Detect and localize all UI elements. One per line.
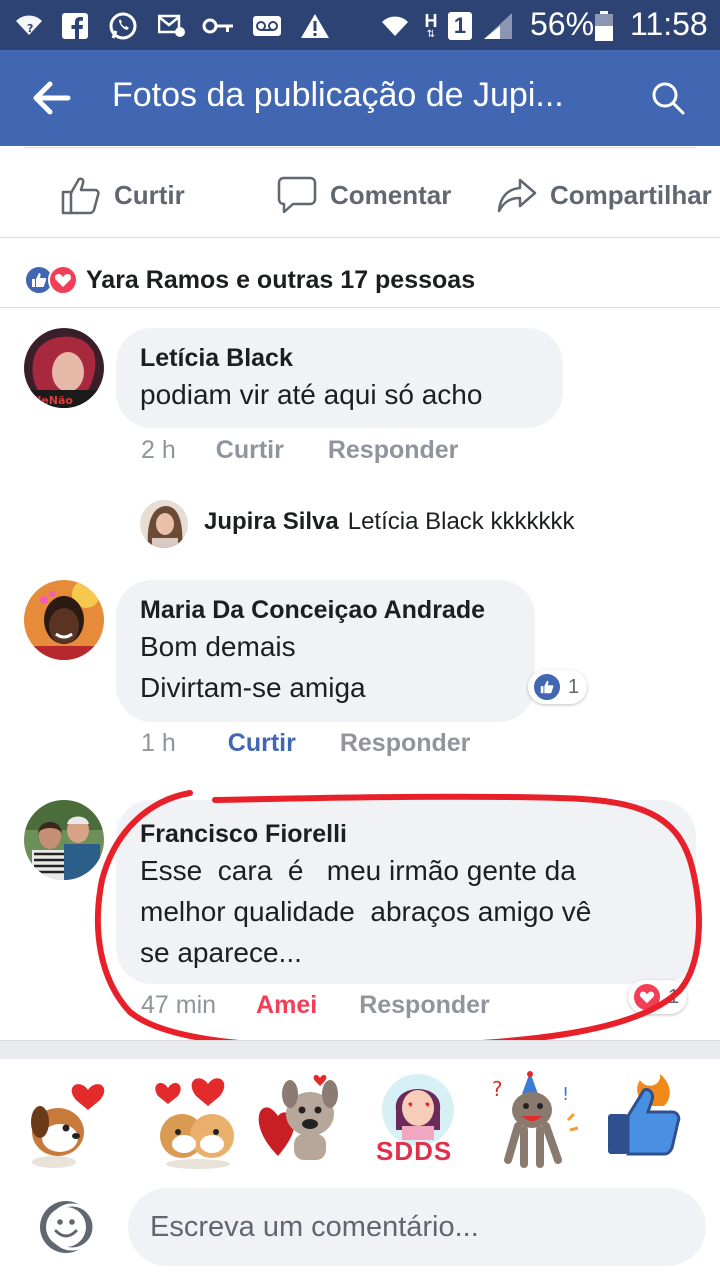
comment-bubble[interactable]: Francisco Fiorelli Esse cara é meu irmão… — [116, 800, 696, 984]
signal-icon — [482, 12, 514, 40]
like-reaction-icon — [532, 672, 562, 702]
clock: 11:58 — [630, 6, 708, 42]
comment-bubble[interactable]: Maria Da Conceiçao Andrade Bom demais Di… — [116, 580, 535, 722]
page-title: Fotos da publicação de Jupi... — [112, 76, 564, 114]
reply-text: Letícia Black kkkkkkk — [347, 508, 575, 535]
wifi-question-icon: ? — [14, 12, 44, 40]
mail-icon — [158, 12, 186, 40]
comment-like-button[interactable]: Curtir — [216, 436, 284, 465]
svg-text:!: ! — [562, 1084, 569, 1105]
comment-text-line: se aparece... — [140, 937, 302, 968]
comment-author[interactable]: Maria Da Conceiçao Andrade — [140, 594, 511, 626]
comment-input[interactable]: Escreva um comentário... — [128, 1188, 706, 1266]
network-type-indicator: H ⇅ — [424, 11, 438, 40]
love-reaction-icon — [632, 982, 662, 1012]
avatar[interactable] — [24, 580, 104, 660]
emoji-sticker-icon[interactable] — [38, 1197, 98, 1257]
battery-icon — [594, 11, 614, 41]
comment-reaction-count[interactable]: 1 — [628, 980, 688, 1014]
reaction-count-value: 1 — [668, 985, 680, 1008]
sticker-girl-sdds[interactable]: SDDS — [370, 1070, 466, 1170]
share-button-label: Compartilhar — [550, 179, 712, 210]
comment-input-placeholder: Escreva um comentário... — [150, 1210, 479, 1243]
status-bar: ? H ⇅ 1 56% 11:58 — [0, 0, 720, 50]
sticker-bulldog-heart[interactable] — [254, 1070, 350, 1170]
like-button-label: Curtir — [114, 179, 185, 210]
comment-button[interactable]: Comentar — [276, 170, 451, 220]
share-arrow-icon — [497, 178, 537, 213]
comment-text-line: Divirtam-se amiga — [140, 672, 366, 703]
reactions-summary-label: Yara Ramos e outras 17 pessoas — [86, 265, 476, 294]
comment-reply-button[interactable]: Responder — [359, 991, 490, 1020]
comment-reply-button[interactable]: Responder — [340, 729, 471, 758]
comment-author[interactable]: Francisco Fiorelli — [140, 818, 672, 850]
divider — [0, 237, 720, 238]
svg-text:EleNão: EleNão — [30, 394, 73, 407]
search-icon[interactable] — [650, 80, 690, 120]
battery-percent: 56% — [530, 6, 595, 42]
love-reaction-icon — [48, 265, 78, 295]
arrow-left-icon[interactable] — [32, 78, 80, 118]
comment-bubble[interactable]: Letícia Black podiam vir até aqui só ach… — [116, 328, 563, 428]
sim-indicator: 1 — [448, 12, 472, 40]
thumbs-up-icon — [61, 177, 100, 215]
comment-text: podiam vir até aqui só acho — [140, 379, 483, 410]
whatsapp-icon — [108, 12, 138, 40]
sticker-party-dog[interactable]: ?! — [488, 1070, 584, 1170]
sticker-dog-heart[interactable] — [18, 1070, 114, 1170]
comment-reaction-count[interactable]: 1 — [528, 670, 588, 704]
comment-text-line: melhor qualidade abraços amigo vê — [140, 896, 592, 927]
reply-content: Jupira Silva Letícia Black kkkkkkk — [204, 508, 574, 536]
comment-time: 2 h — [141, 436, 176, 464]
comment-button-label: Comentar — [330, 179, 452, 210]
share-button[interactable]: Compartilhar — [496, 170, 712, 220]
reaction-count-value: 1 — [568, 675, 580, 698]
comment-text-line: Esse cara é meu irmão gente da — [140, 855, 576, 886]
speech-bubble-icon — [277, 176, 317, 214]
like-button[interactable]: Curtir — [60, 170, 185, 220]
comment-meta: 2 h Curtir Responder — [141, 436, 458, 465]
comment-like-button[interactable]: Curtir — [228, 729, 296, 758]
comment-meta: 47 min Amei Responder — [141, 991, 490, 1020]
reactions-summary[interactable]: Yara Ramos e outras 17 pessoas — [24, 260, 475, 300]
divider — [24, 147, 696, 148]
divider — [0, 307, 720, 308]
avatar[interactable] — [140, 500, 188, 548]
comment-reply-button[interactable]: Responder — [328, 436, 459, 465]
section-divider — [0, 1040, 720, 1059]
warning-icon — [300, 12, 330, 40]
svg-text:?: ? — [27, 22, 33, 35]
voicemail-icon — [252, 12, 282, 40]
avatar[interactable] — [24, 800, 104, 880]
comment-author[interactable]: Letícia Black — [140, 342, 539, 374]
wifi-icon — [380, 12, 410, 40]
facebook-icon — [62, 12, 88, 40]
comment-time: 47 min — [141, 991, 217, 1019]
comment-text-line: Bom demais — [140, 631, 296, 662]
key-icon — [202, 12, 234, 40]
comment-meta: 1 h Curtir Responder — [141, 729, 470, 758]
comment-time: 1 h — [141, 729, 176, 757]
sticker-dogs-hearts[interactable] — [150, 1070, 246, 1170]
reply-author[interactable]: Jupira Silva — [204, 508, 339, 536]
svg-text:?: ? — [492, 1077, 503, 1101]
sticker-caption: SDDS — [376, 1136, 453, 1166]
sticker-thumbs-up-fire[interactable] — [600, 1070, 696, 1170]
avatar[interactable]: EleNão — [24, 328, 104, 408]
comment-like-button[interactable]: Amei — [256, 991, 317, 1020]
app-bar: Fotos da publicação de Jupi... — [0, 50, 720, 146]
